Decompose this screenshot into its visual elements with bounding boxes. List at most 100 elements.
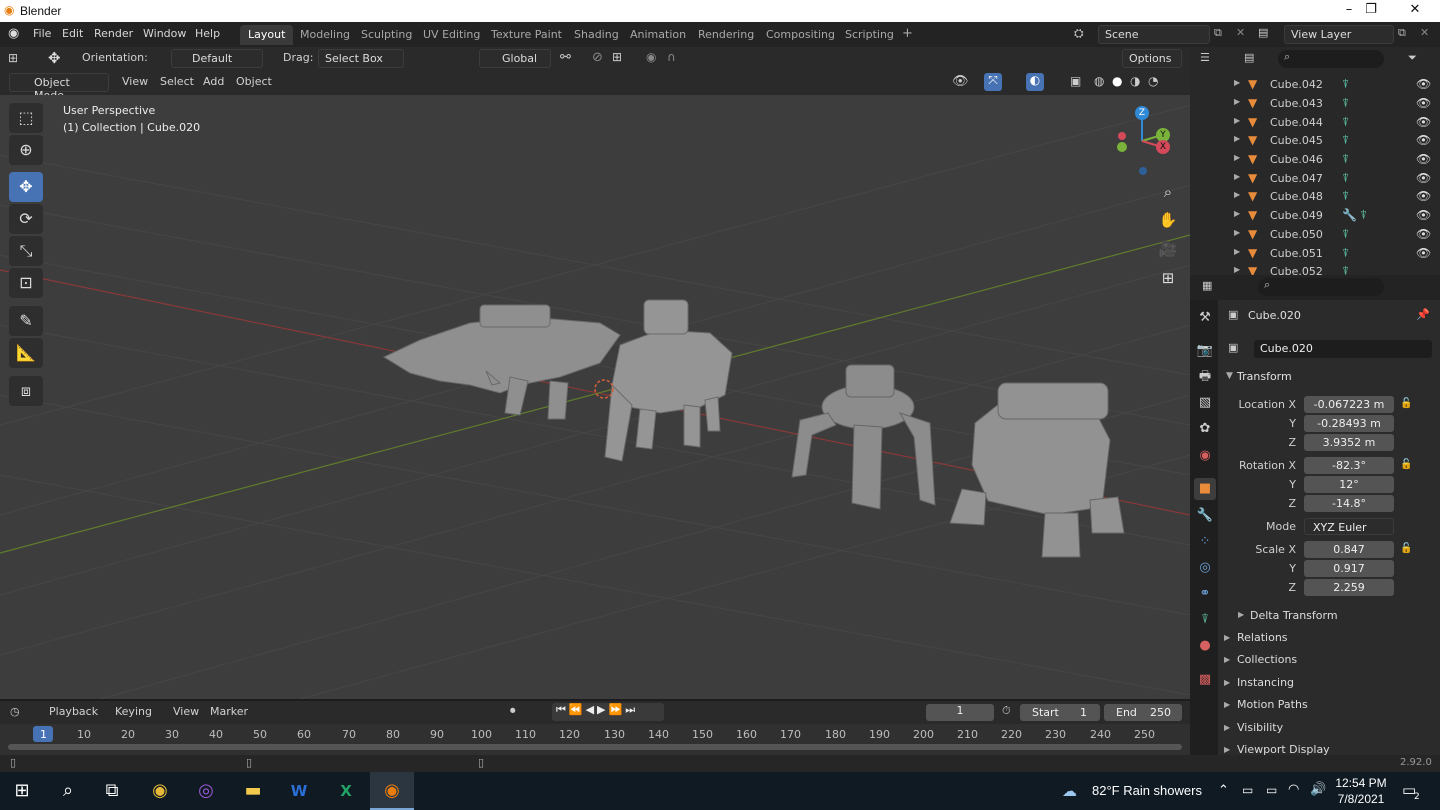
tab-sculpting[interactable]: Sculpting — [353, 25, 420, 45]
eye-icon[interactable]: 👁 — [1416, 171, 1431, 185]
add-cube-tool-icon[interactable]: ⧈ — [9, 376, 43, 406]
3d-viewport[interactable]: User Perspective (1) Collection | Cube.0… — [0, 95, 1190, 699]
filter-icon[interactable]: ⏷ — [1408, 51, 1417, 65]
object-menu[interactable]: Object — [236, 75, 272, 88]
outliner-row[interactable]: ▶ ▼ Cube.052 ⍒ — [1190, 263, 1440, 275]
object-name-field[interactable]: Cube.020 — [1254, 340, 1432, 358]
scene-icon[interactable]: ⛭ — [1074, 26, 1084, 41]
view-menu[interactable]: View — [122, 75, 148, 88]
data-tab-icon[interactable]: ⍒ — [1194, 609, 1216, 631]
location-y-field[interactable]: -0.28493 m — [1304, 415, 1394, 432]
collections-section[interactable]: ▶ Collections — [1218, 650, 1438, 671]
maximize-button[interactable]: ❐ — [1348, 2, 1394, 20]
delete-scene-icon[interactable]: ✕ — [1236, 26, 1245, 39]
mech-elephant-model[interactable] — [604, 299, 733, 462]
start-frame-field[interactable]: Start 1 — [1020, 704, 1100, 721]
new-view-layer-icon[interactable]: ⧉ — [1398, 26, 1406, 40]
wifi-icon[interactable]: ◠ — [1288, 782, 1299, 797]
navigation-gizmo[interactable]: Z Y X — [1110, 103, 1180, 175]
timeline-track[interactable]: 1 10 20 30 40 50 60 70 80 90 100 110 120… — [0, 724, 1190, 755]
quadruped-mech-model[interactable] — [949, 382, 1125, 558]
tab-modeling[interactable]: Modeling — [292, 25, 358, 45]
transform-section-title[interactable]: Transform — [1237, 370, 1292, 383]
transform-collapse-icon[interactable]: ▼ — [1226, 371, 1233, 381]
snap-icon[interactable]: ⊘ — [592, 50, 603, 65]
playback-controls-icon[interactable]: ⏮⏪◀▶⏩⏭ — [552, 703, 664, 721]
scene-field[interactable]: Scene — [1098, 25, 1210, 44]
snap-target-icon[interactable]: ⊞ — [612, 50, 622, 64]
motion-paths-section[interactable]: ▶ Motion Paths — [1218, 695, 1438, 716]
weather-icon[interactable]: ☁ — [1062, 782, 1077, 800]
battery-icon[interactable]: ▭ — [1266, 783, 1277, 797]
proportional-edit-icon[interactable]: ◉ — [646, 50, 656, 64]
properties-editor-icon[interactable]: ▦ — [1202, 279, 1212, 292]
outliner-row[interactable]: ▶ ▼ Cube.044 ⍒ 👁 — [1190, 114, 1440, 132]
move-tool-button-icon[interactable]: ✥ — [9, 172, 43, 202]
lock-icon[interactable]: 🔓 — [1400, 543, 1412, 554]
view-layer-icon[interactable]: ▤ — [1258, 26, 1268, 39]
transform-tool-icon[interactable]: ⊡ — [9, 268, 43, 298]
gizmo-z-label[interactable]: Z — [1135, 106, 1149, 120]
add-menu[interactable]: Add — [203, 75, 224, 88]
modifier-tab-icon[interactable]: 🔧 — [1194, 505, 1216, 527]
rotation-mode-dropdown[interactable]: XYZ Euler — [1304, 518, 1394, 535]
physics-tab-icon[interactable]: ◎ — [1194, 557, 1216, 579]
display-mode-icon[interactable]: ▤ — [1244, 51, 1254, 64]
clock-time[interactable]: 12:54 PM — [1334, 776, 1388, 790]
delta-transform-section[interactable]: Delta Transform — [1250, 609, 1338, 622]
gizmo-x-label[interactable]: X — [1156, 140, 1170, 154]
menu-edit[interactable]: Edit — [62, 27, 83, 40]
lock-icon[interactable]: 🔓 — [1400, 459, 1412, 470]
camera-view-icon[interactable]: 🎥 — [1155, 236, 1181, 262]
volume-icon[interactable]: 🔊 — [1310, 782, 1326, 797]
location-z-field[interactable]: 3.9352 m — [1304, 434, 1394, 451]
eye-icon[interactable]: 👁 — [1416, 227, 1431, 241]
visibility-icon[interactable]: 👁 — [952, 74, 969, 89]
solid-shading-icon[interactable]: ● — [1112, 74, 1122, 88]
viewport-display-section[interactable]: ▶ Viewport Display — [1218, 740, 1438, 755]
options-dropdown[interactable]: Options — [1122, 49, 1182, 68]
mode-dropdown[interactable]: Object Mode — [9, 73, 109, 102]
clock-date[interactable]: 7/8/2021 — [1334, 792, 1388, 806]
word-icon[interactable]: W — [277, 772, 321, 810]
view-layer-field[interactable]: View Layer — [1284, 25, 1394, 44]
eye-icon[interactable]: 👁 — [1416, 133, 1431, 147]
drag-dropdown[interactable]: Select Box — [318, 49, 404, 68]
menu-window[interactable]: Window — [143, 27, 186, 40]
object-tab-icon[interactable]: ■ — [1194, 478, 1216, 500]
robot-dragon-model[interactable] — [382, 304, 621, 420]
delete-view-layer-icon[interactable]: ✕ — [1420, 26, 1429, 39]
world-tab-icon[interactable]: ◉ — [1194, 445, 1216, 467]
select-box-tool-icon[interactable]: ⬚ — [9, 103, 43, 133]
editor-type-icon[interactable]: ⊞ — [8, 51, 18, 65]
eye-icon[interactable]: 👁 — [1416, 208, 1431, 222]
output-tab-icon[interactable]: 🖶 — [1194, 366, 1216, 388]
location-x-field[interactable]: -0.067223 m — [1304, 396, 1394, 413]
outliner-editor-icon[interactable]: ☰ — [1200, 51, 1210, 64]
outliner-row[interactable]: ▶ ▼ Cube.046 ⍒ 👁 — [1190, 151, 1440, 169]
eye-icon[interactable]: 👁 — [1416, 96, 1431, 110]
podcast-app-icon[interactable]: ◎ — [184, 772, 228, 810]
tab-scripting[interactable]: Scripting — [837, 25, 902, 45]
timeline-scrollbar[interactable] — [8, 744, 1182, 750]
outliner-row[interactable]: ▶ ▼ Cube.051 ⍒ 👁 — [1190, 245, 1440, 263]
tool-tab-icon[interactable]: ⚒ — [1194, 307, 1216, 329]
marker-menu[interactable]: Marker — [210, 705, 248, 718]
rendered-shading-icon[interactable]: ◔ — [1148, 74, 1158, 88]
tab-texture-paint[interactable]: Texture Paint — [483, 25, 570, 45]
tab-uv-editing[interactable]: UV Editing — [415, 25, 488, 45]
scale-y-field[interactable]: 0.917 — [1304, 560, 1394, 577]
eye-icon[interactable]: 👁 — [1416, 152, 1431, 166]
tab-compositing[interactable]: Compositing — [758, 25, 843, 45]
eye-icon[interactable]: 👁 — [1416, 189, 1431, 203]
excel-icon[interactable]: X — [324, 772, 368, 810]
close-button[interactable]: ✕ — [1392, 2, 1438, 20]
windows-start-icon[interactable]: ⊞ — [0, 772, 44, 810]
tab-animation[interactable]: Animation — [622, 25, 694, 45]
pin-icon[interactable]: 📌 — [1416, 308, 1430, 321]
menu-file[interactable]: File — [33, 27, 51, 40]
rotation-z-field[interactable]: -14.8° — [1304, 495, 1394, 512]
file-explorer-icon[interactable]: ▬ — [231, 772, 275, 810]
constraints-tab-icon[interactable]: ⚭ — [1194, 583, 1216, 605]
chrome-icon[interactable]: ◉ — [138, 772, 182, 810]
